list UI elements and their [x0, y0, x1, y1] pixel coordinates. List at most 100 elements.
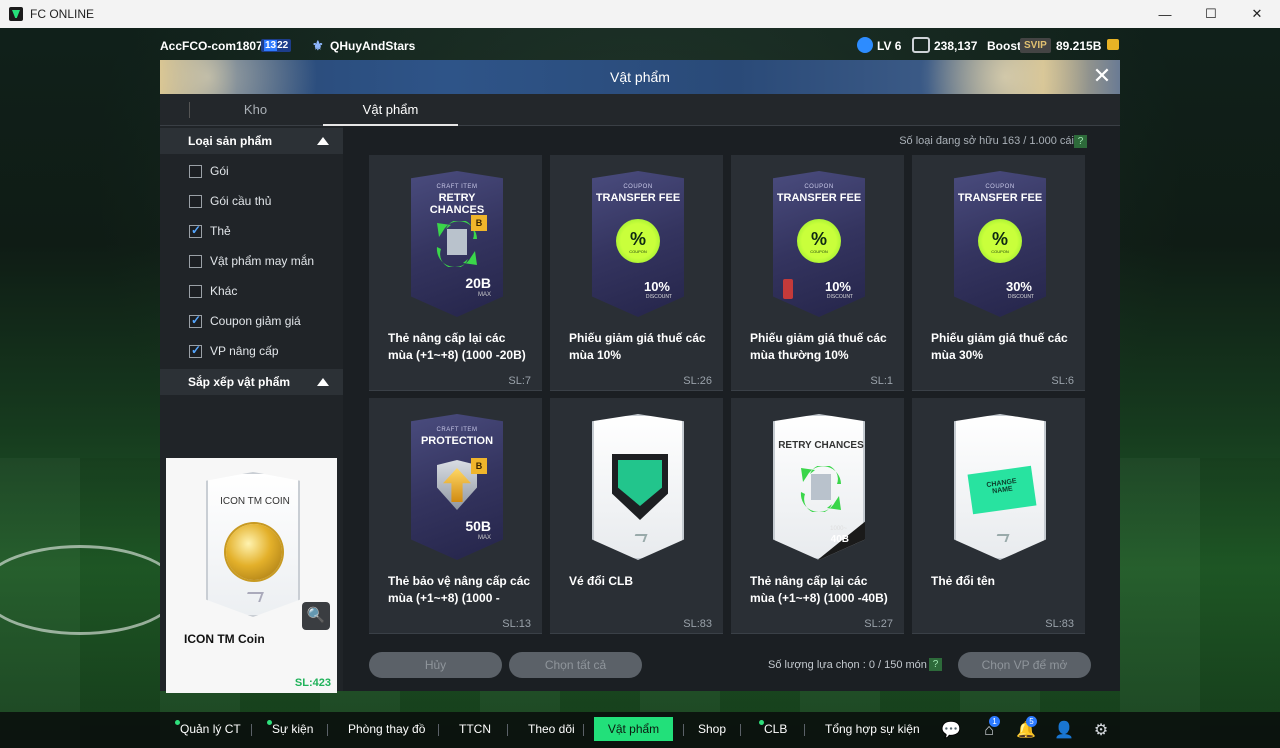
cancel-button[interactable]: Hủy — [369, 652, 502, 678]
badge-word: COUPON — [991, 249, 1009, 254]
preview-card-title: ICON TM COIN — [220, 496, 290, 507]
nav-su-kien[interactable]: Sự kiện — [266, 720, 313, 736]
card-mark-sub: MAX — [477, 292, 491, 298]
nav-clb[interactable]: CLB — [758, 720, 787, 736]
close-icon[interactable]: ✕ — [1090, 65, 1114, 89]
checkbox[interactable] — [189, 194, 202, 208]
filter-label: Gói — [210, 164, 229, 178]
sort-header[interactable]: Sắp xếp vật phẩm — [160, 369, 343, 395]
filter-the[interactable]: Thẻ — [189, 221, 231, 241]
filter-label: Coupon giảm giá — [210, 314, 301, 328]
chat-icon[interactable]: 💬 — [941, 722, 961, 740]
filter-khac[interactable]: Khác — [189, 281, 237, 301]
item-divider — [912, 633, 1085, 634]
nav-theo-doi[interactable]: Theo dõi — [528, 722, 575, 736]
corner-value: 40B — [830, 534, 849, 545]
product-type-header[interactable]: Loại sản phẩm — [160, 128, 343, 154]
zoom-button[interactable]: 🔍 — [302, 602, 330, 630]
item-card[interactable]: CRAFT ITEM RETRY CHANCES B 20B MAX Thẻ n… — [369, 155, 542, 391]
team-crest-icon: ⚜ — [312, 38, 324, 53]
item-quantity: SL:83 — [1045, 618, 1074, 630]
filter-goi[interactable]: Gói — [189, 161, 229, 181]
nav-shop[interactable]: Shop — [698, 722, 726, 736]
tab-kho[interactable]: Kho — [188, 94, 323, 126]
tab-vat-pham[interactable]: Vật phẩm — [323, 94, 458, 126]
filter-goi-cau-thu[interactable]: Gói cầu thủ — [189, 191, 271, 211]
help-icon[interactable]: ? — [929, 658, 942, 671]
item-card-art: COUPON TRANSFER FEE % COUPON 30% DISCOUN… — [954, 171, 1046, 317]
item-card-art: COUPON TRANSFER FEE % COUPON 10% DISCOUN… — [773, 171, 865, 317]
item-divider — [550, 633, 723, 634]
item-name: Phiếu giảm giá thuế các mùa thường 10% — [750, 331, 887, 362]
item-card[interactable]: Vé đổi CLB SL:83 — [550, 398, 723, 634]
brand-mark-icon — [994, 534, 1010, 542]
nav-ttcn[interactable]: TTCN — [459, 722, 491, 736]
filter-label: VP nâng cấp — [210, 344, 279, 358]
item-card[interactable]: COUPON TRANSFER FEE % COUPON 10% DISCOUN… — [731, 155, 904, 391]
checkbox-checked[interactable] — [189, 343, 202, 358]
item-name: Thẻ đổi tên — [931, 574, 995, 588]
filter-vat-pham-may-man[interactable]: Vật phẩm may mắn — [189, 251, 314, 271]
filter-coupon[interactable]: Coupon giảm giá — [189, 311, 301, 331]
discount-value: 30% — [1005, 279, 1032, 294]
card-title: TRANSFER FEE — [957, 192, 1043, 204]
discount-value: 10% — [824, 279, 851, 294]
nav-vat-pham[interactable]: Vật phẩm — [594, 717, 673, 741]
card-subtitle: CRAFT ITEM — [436, 184, 478, 190]
item-card[interactable]: CRAFT ITEM PROTECTION B 50B MAX Thẻ bảo … — [369, 398, 542, 634]
card-title: PROTECTION — [420, 435, 494, 447]
nav-divider — [327, 724, 328, 736]
card-subtitle: CRAFT ITEM — [436, 427, 478, 433]
minimize-button[interactable]: — — [1142, 0, 1188, 28]
nav-quan-ly-ct[interactable]: Quản lý CT — [175, 720, 241, 736]
checkbox-checked[interactable] — [189, 313, 202, 328]
discount-label: DISCOUNT — [826, 294, 853, 300]
item-card[interactable]: COUPON TRANSFER FEE % COUPON 30% DISCOUN… — [912, 155, 1085, 391]
app-logo-icon — [9, 7, 23, 21]
restriction-icon — [783, 279, 793, 299]
rank-icon — [912, 37, 930, 53]
select-all-button[interactable]: Chọn tất cả — [509, 652, 642, 678]
item-card-art — [592, 414, 684, 560]
collapse-triangle-icon — [317, 137, 329, 145]
maximize-button[interactable]: ☐ — [1188, 0, 1234, 28]
account-badge-b: 22 — [277, 40, 289, 51]
home-badge: 1 — [989, 716, 1000, 727]
nav-tong-hop-su-kien[interactable]: Tổng hợp sự kiện — [825, 722, 920, 736]
checkbox[interactable] — [189, 284, 202, 298]
checkbox[interactable] — [189, 164, 202, 178]
bottom-nav: Quản lý CT Sự kiện Phòng thay đồ TTCN Th… — [0, 712, 1280, 748]
item-quantity: SL:1 — [870, 375, 893, 387]
filter-label: Gói cầu thủ — [210, 194, 272, 208]
corner-sub: 1000~ — [830, 526, 847, 532]
help-icon[interactable]: ? — [1074, 135, 1087, 148]
item-divider — [731, 633, 904, 634]
boost-label: Boost — [987, 39, 1021, 53]
checkbox-checked[interactable] — [189, 223, 202, 238]
team-name[interactable]: QHuyAndStars — [330, 39, 415, 53]
item-name: Phiếu giảm giá thuế các mùa 30% — [931, 331, 1068, 362]
window-close-button[interactable]: ✕ — [1234, 0, 1280, 28]
dialog-header: Vật phẩm ✕ — [160, 60, 1120, 94]
settings-icon[interactable]: ⚙ — [1091, 722, 1111, 740]
filter-vp-nang-cap[interactable]: VP nâng cấp — [189, 341, 279, 361]
level-icon — [857, 37, 873, 53]
profile-icon[interactable]: 👤 — [1054, 722, 1074, 740]
item-card[interactable]: RETRY CHANCES 1000~ 40B Thẻ nâng cấp lại… — [731, 398, 904, 634]
account-name[interactable]: AccFCO-com1807c — [160, 39, 269, 53]
nav-divider — [583, 724, 584, 736]
account-badge: 1322 — [261, 39, 292, 52]
open-selected-button[interactable]: Chọn VP để mở — [958, 652, 1091, 678]
item-name: Vé đổi CLB — [569, 574, 634, 588]
item-card[interactable]: CHANGE NAME Thẻ đổi tên SL:83 — [912, 398, 1085, 634]
item-card[interactable]: COUPON TRANSFER FEE % COUPON 10% DISCOUN… — [550, 155, 723, 391]
card-subtitle: COUPON — [623, 184, 653, 190]
nav-phong-thay-do[interactable]: Phòng thay đồ — [348, 722, 425, 736]
filter-label: Thẻ — [210, 224, 231, 238]
item-quantity: SL:6 — [1051, 375, 1074, 387]
bell-badge: 5 — [1026, 716, 1037, 727]
bp-balance: 89.215B — [1056, 39, 1102, 53]
collapse-triangle-icon — [317, 378, 329, 386]
item-quantity: SL:26 — [683, 375, 712, 387]
checkbox[interactable] — [189, 254, 202, 268]
